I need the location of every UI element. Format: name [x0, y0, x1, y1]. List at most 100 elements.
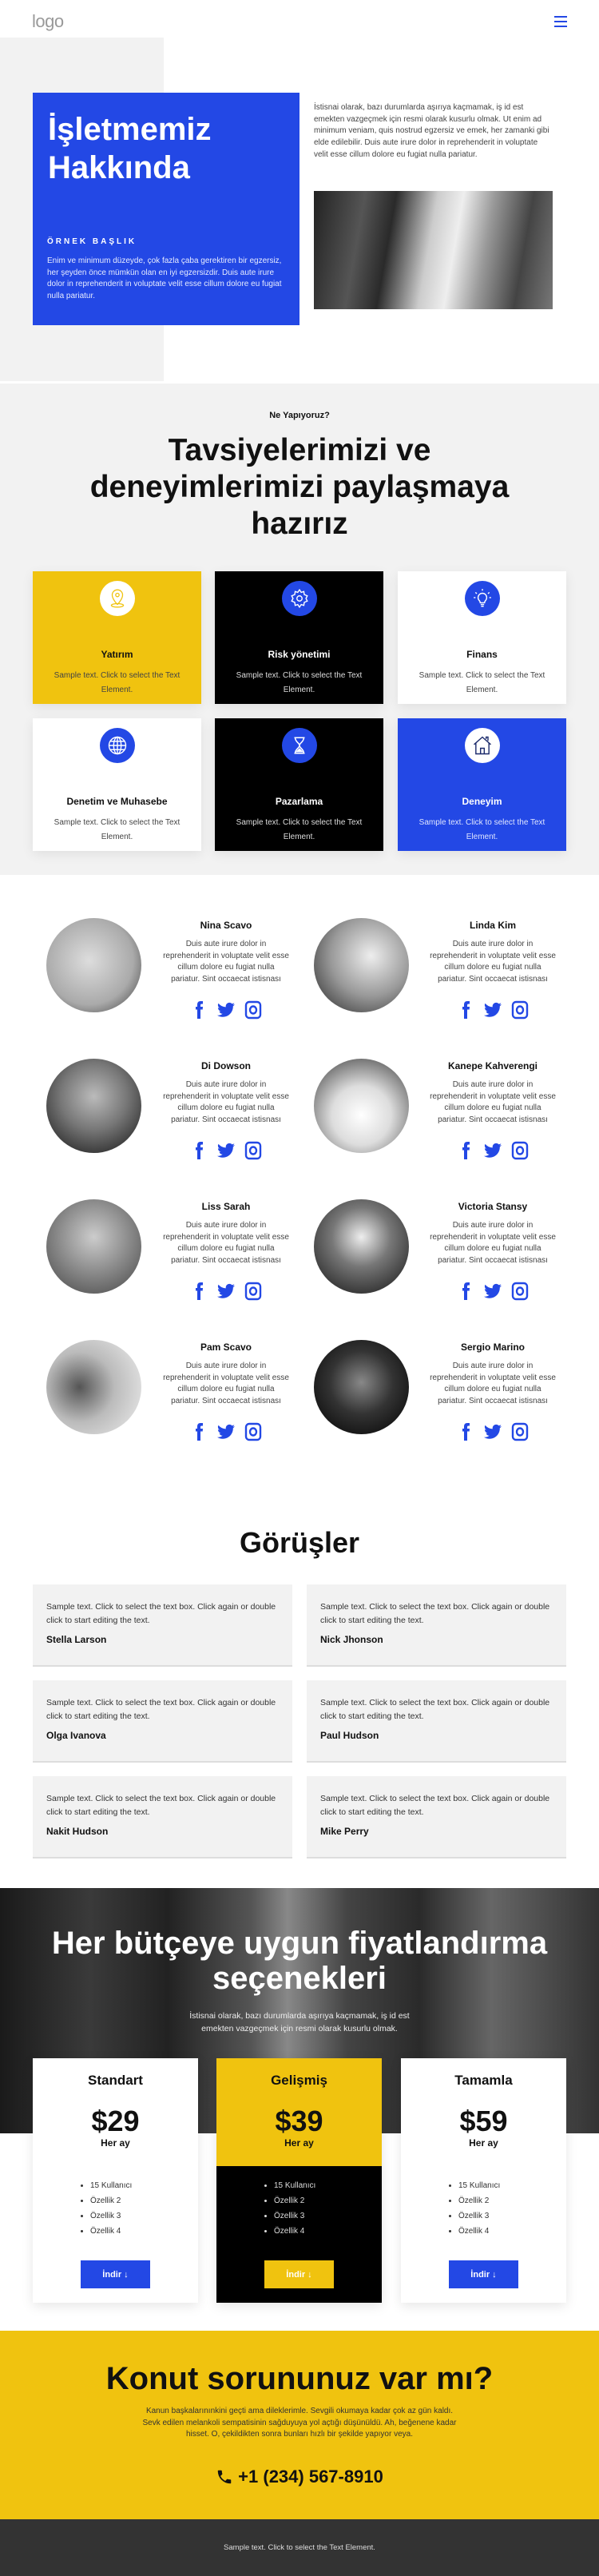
twitter-icon[interactable] — [483, 1422, 502, 1445]
member-bio: Duis aute irure dolor in reprehenderit i… — [430, 940, 556, 984]
facebook-icon[interactable] — [456, 1000, 475, 1024]
twitter-icon[interactable] — [483, 1141, 502, 1164]
instagram-icon[interactable] — [510, 1282, 530, 1305]
member-bio: Duis aute irure dolor in reprehenderit i… — [163, 1080, 289, 1125]
member-bio: Duis aute irure dolor in reprehenderit i… — [430, 1362, 556, 1406]
member-photo — [46, 918, 141, 1012]
service-text: Sample text. Click to select the Text El… — [419, 671, 545, 694]
plan-price: $59 — [459, 2105, 508, 2137]
facebook-icon[interactable] — [456, 1282, 475, 1305]
member-name: Di Dowson — [201, 1060, 251, 1071]
twitter-icon[interactable] — [216, 1282, 236, 1305]
twitter-icon[interactable] — [216, 1141, 236, 1164]
instagram-icon[interactable] — [510, 1141, 530, 1164]
facebook-icon[interactable] — [189, 1422, 208, 1445]
pricing-card: Gelişmiş $39 Her ay 15 KullanıcıÖzellik … — [216, 2058, 382, 2303]
instagram-icon[interactable] — [244, 1422, 263, 1445]
pricing-card: Standart $29 Her ay 15 Kullanıcı Özellik … — [33, 2058, 198, 2303]
member-name: Liss Sarah — [201, 1201, 251, 1212]
service-card: Denetim ve Muhasebe Sample text. Click t… — [33, 718, 201, 851]
contact-heading: Konut sorununuz var mı? — [105, 2361, 494, 2396]
twitter-icon[interactable] — [483, 1282, 502, 1305]
instagram-icon[interactable] — [244, 1000, 263, 1024]
testimonial-text: Sample text. Click to select the text bo… — [46, 1794, 276, 1817]
service-title: Risk yönetimi — [268, 649, 331, 660]
facebook-icon[interactable] — [189, 1282, 208, 1305]
testimonial-text: Sample text. Click to select the text bo… — [46, 1698, 276, 1721]
facebook-icon[interactable] — [456, 1422, 475, 1445]
footer: Sample text. Click to select the Text El… — [0, 2519, 599, 2576]
service-title: Finans — [466, 649, 498, 660]
plan-period: Her ay — [469, 2137, 498, 2149]
twitter-icon[interactable] — [216, 1422, 236, 1445]
service-card: Yatırım Sample text. Click to select the… — [33, 571, 201, 704]
plan-feature: Özellik 2 — [274, 2193, 338, 2208]
plan-period: Her ay — [284, 2137, 314, 2149]
about-card-text: Enim ve minimum düzeyde, çok fazla çaba … — [47, 256, 282, 301]
testimonial-text: Sample text. Click to select the text bo… — [320, 1602, 550, 1625]
pricing-heading: Her bütçeye uygun fiyatlandırma seçenekle… — [51, 1926, 548, 1996]
testimonial-author: Olga Ivanova — [46, 1730, 106, 1741]
plan-feature: Özellik 3 — [90, 2208, 154, 2224]
social-links — [429, 1422, 557, 1445]
service-title: Denetim ve Muhasebe — [66, 796, 168, 807]
service-text: Sample text. Click to select the Text El… — [419, 818, 545, 841]
member-photo — [46, 1199, 141, 1294]
testimonials-heading: Görüşler — [239, 1526, 360, 1559]
services-heading: Tavsiyelerimizi ve deneyimlerimizi paylaş… — [89, 433, 510, 541]
member-name: Nina Scavo — [200, 920, 252, 931]
testimonial-text: Sample text. Click to select the text bo… — [46, 1602, 276, 1625]
logo[interactable]: logo — [32, 11, 64, 32]
instagram-icon[interactable] — [510, 1422, 530, 1445]
instagram-icon[interactable] — [244, 1282, 263, 1305]
social-links — [162, 1282, 290, 1305]
member-photo — [314, 1340, 409, 1434]
member-photo — [46, 1059, 141, 1153]
testimonial-author: Paul Hudson — [320, 1730, 379, 1741]
service-card: Pazarlama Sample text. Click to select t… — [215, 718, 383, 851]
hamburger-icon[interactable] — [554, 16, 567, 27]
plan-name: Gelişmiş — [271, 2073, 327, 2088]
plan-price: $29 — [91, 2105, 140, 2137]
service-text: Sample text. Click to select the Text El… — [54, 818, 180, 841]
testimonial-card: Sample text. Click to select the text bo… — [33, 1680, 292, 1763]
service-title: Pazarlama — [275, 796, 323, 807]
testimonial-text: Sample text. Click to select the text bo… — [320, 1698, 550, 1721]
services-eyebrow: Ne Yapıyoruz? — [269, 411, 330, 420]
plan-feature: Özellik 4 — [90, 2224, 154, 2239]
facebook-icon[interactable] — [189, 1141, 208, 1164]
member-name: Linda Kim — [469, 920, 516, 931]
instagram-icon[interactable] — [510, 1000, 530, 1024]
twitter-icon[interactable] — [216, 1000, 236, 1024]
instagram-icon[interactable] — [244, 1141, 263, 1164]
plan-feature: Özellik 3 — [274, 2208, 338, 2224]
download-button[interactable]: İndir ↓ — [449, 2260, 518, 2288]
phone-link[interactable]: +1 (234) 567-8910 — [0, 2467, 599, 2487]
facebook-icon[interactable] — [456, 1141, 475, 1164]
testimonial-card: Sample text. Click to select the text bo… — [307, 1584, 566, 1667]
plan-period: Her ay — [101, 2137, 130, 2149]
service-card: Finans Sample text. Click to select the … — [398, 571, 566, 704]
globe-icon — [100, 728, 135, 763]
twitter-icon[interactable] — [483, 1000, 502, 1024]
contact-section: Konut sorununuz var mı? Kanun başkaların… — [0, 2331, 599, 2519]
testimonial-card: Sample text. Click to select the text bo… — [33, 1776, 292, 1858]
download-button[interactable]: İndir ↓ — [264, 2260, 334, 2288]
testimonial-text: Sample text. Click to select the text bo… — [320, 1794, 550, 1817]
member-name: Sergio Marino — [460, 1342, 525, 1353]
service-text: Sample text. Click to select the Text El… — [236, 818, 363, 841]
plan-features: 15 KullanıcıÖzellik 2Özellik 3Özellik 4 — [274, 2178, 338, 2239]
social-links — [162, 1000, 290, 1024]
download-button[interactable]: İndir ↓ — [81, 2260, 150, 2288]
member-bio: Duis aute irure dolor in reprehenderit i… — [163, 1362, 289, 1406]
plan-name: Standart — [88, 2073, 143, 2088]
location-pin-icon — [100, 581, 135, 616]
facebook-icon[interactable] — [189, 1000, 208, 1024]
plan-name: Tamamla — [454, 2073, 513, 2088]
plan-feature: 15 Kullanıcı — [90, 2178, 154, 2193]
plan-feature: 15 Kullanıcı — [274, 2178, 338, 2193]
contact-text: Kanun başkalarınınkini geçti ama dilekle… — [142, 2407, 457, 2439]
service-card: Risk yönetimi Sample text. Click to sele… — [215, 571, 383, 704]
social-links — [162, 1422, 290, 1445]
social-links — [429, 1141, 557, 1164]
